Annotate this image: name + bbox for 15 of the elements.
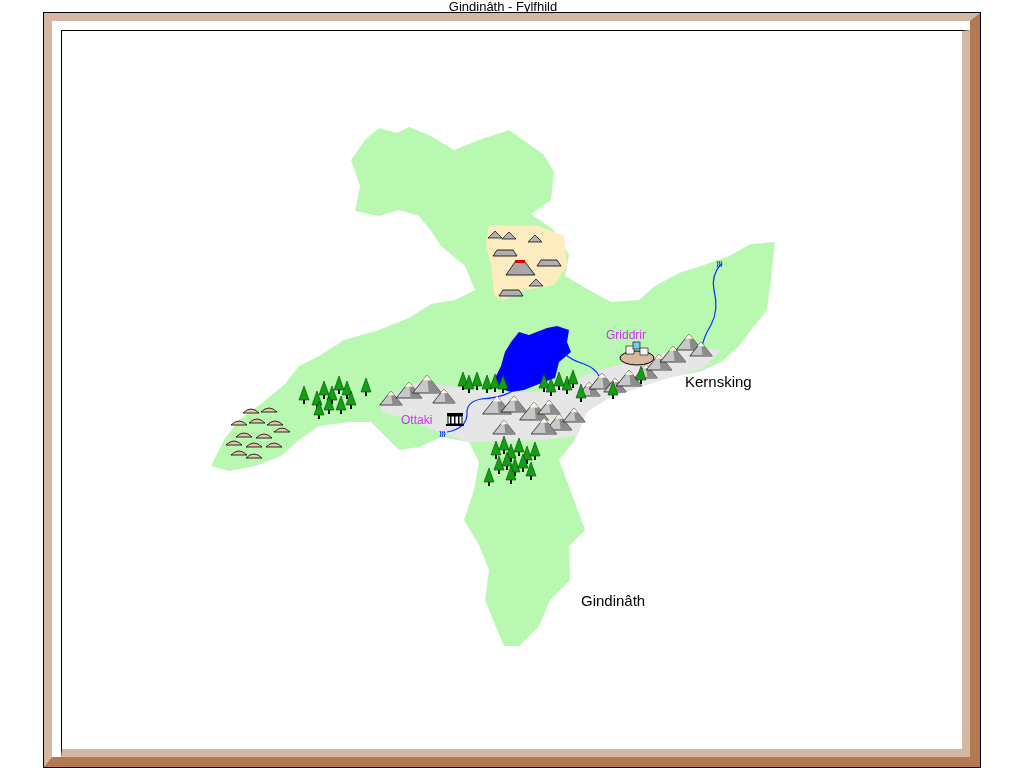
town-label: Griddrir <box>606 329 646 341</box>
spring-icon <box>716 260 723 268</box>
forest-drawing <box>483 435 541 486</box>
hills-drawing <box>225 407 291 459</box>
walled-city-icon <box>619 341 655 366</box>
window-title: Gindinâth - Fylfhild <box>448 0 558 13</box>
region-label: Gindinâth <box>581 593 646 608</box>
forest-drawing <box>538 369 587 402</box>
volcano-icon <box>505 260 536 276</box>
forest-drawing <box>457 371 509 393</box>
forest-drawing <box>607 365 647 399</box>
region-label: Kernsking <box>685 374 752 389</box>
town-label: Ottaki <box>401 414 433 426</box>
spring-icon <box>439 430 446 438</box>
temple-icon <box>446 413 464 426</box>
